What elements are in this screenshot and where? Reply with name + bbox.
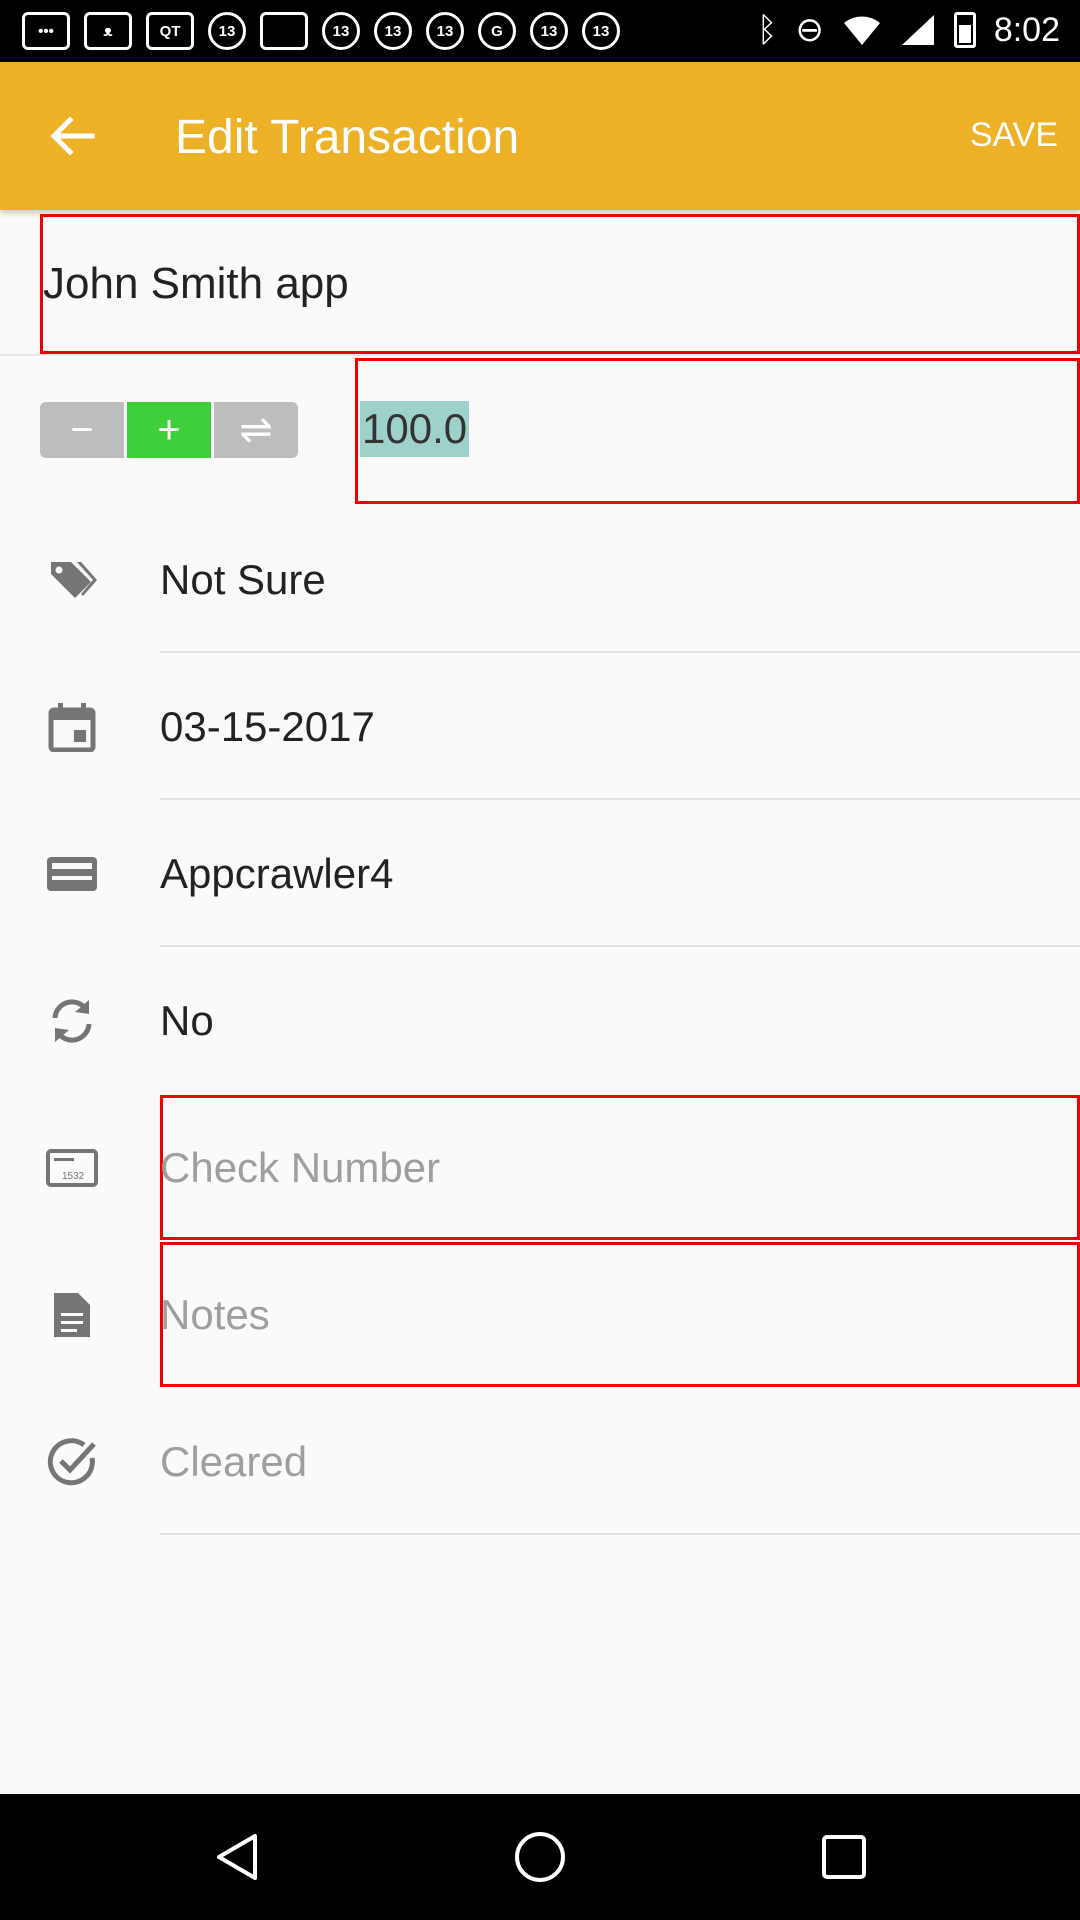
abc13-icon: 13 <box>374 12 412 50</box>
abc13-icon: 13 <box>322 12 360 50</box>
status-bar: ••• ᴥ QT 13 13 13 13 G 13 13 ᛒ ⊖ 8:02 <box>0 0 1080 62</box>
divider <box>160 1533 1080 1535</box>
payee-input[interactable] <box>40 214 1080 354</box>
notes-icon <box>44 1287 100 1343</box>
save-button[interactable]: SAVE <box>970 116 1058 155</box>
nav-recents-button[interactable] <box>804 1824 884 1890</box>
abc13-icon: 13 <box>582 12 620 50</box>
date-row[interactable]: 03-15-2017 <box>0 653 1080 800</box>
abc13-icon: 13 <box>208 12 246 50</box>
amount-field[interactable]: 100.0 <box>355 358 1080 504</box>
account-value: Appcrawler4 <box>160 849 394 897</box>
nav-back-button[interactable] <box>196 1824 276 1890</box>
qt-icon: QT <box>146 12 194 50</box>
check-circle-icon <box>44 1434 100 1490</box>
abc13-icon: 13 <box>426 12 464 50</box>
account-row[interactable]: Appcrawler4 <box>0 800 1080 947</box>
card-icon <box>44 846 100 902</box>
nav-home-button[interactable] <box>500 1824 580 1890</box>
status-time: 8:02 <box>993 10 1060 49</box>
wifi-icon <box>843 16 880 45</box>
chat-icon: ••• <box>22 12 70 50</box>
category-row[interactable]: Not Sure <box>0 506 1080 653</box>
notes-row: Notes <box>0 1241 1080 1388</box>
income-button[interactable]: + <box>127 402 211 458</box>
arrow-back-icon <box>50 116 95 156</box>
circle-home-icon <box>515 1832 565 1882</box>
category-value: Not Sure <box>160 555 326 603</box>
repeat-icon <box>44 993 100 1049</box>
transaction-type-toggle: − + ⇌ <box>40 402 301 458</box>
square-recents-icon <box>822 1835 866 1879</box>
status-right: ᛒ ⊖ 8:02 <box>757 10 1060 50</box>
check-number-input[interactable]: Check Number <box>160 1144 440 1192</box>
cleared-row[interactable]: Cleared <box>0 1388 1080 1535</box>
triangle-back-icon <box>217 1834 257 1880</box>
calendar-icon <box>44 699 100 755</box>
notification-icons: ••• ᴥ QT 13 13 13 13 G 13 13 <box>22 12 620 50</box>
abc13-icon: 13 <box>530 12 568 50</box>
navigation-bar <box>0 1794 1080 1920</box>
payee-row <box>0 210 1080 356</box>
svg-text:1532: 1532 <box>62 1171 85 1182</box>
back-button[interactable] <box>36 106 108 166</box>
bluetooth-icon: ᛒ <box>756 11 778 49</box>
dnd-icon: ⊖ <box>795 11 824 49</box>
notes-field[interactable] <box>160 1242 1080 1387</box>
expense-button[interactable]: − <box>40 402 124 458</box>
recurring-row[interactable]: No <box>0 947 1080 1094</box>
square-icon <box>260 12 308 50</box>
app-bar: Edit Transaction SAVE <box>0 62 1080 210</box>
transfer-button[interactable]: ⇌ <box>214 402 298 458</box>
signal-icon <box>901 15 934 45</box>
check-number-row: 1532 Check Number <box>0 1094 1080 1241</box>
page-title: Edit Transaction <box>175 111 520 164</box>
cat-icon: ᴥ <box>84 12 132 50</box>
date-value: 03-15-2017 <box>160 702 375 750</box>
check-icon: 1532 <box>44 1140 100 1196</box>
cleared-label: Cleared <box>160 1437 308 1485</box>
amount-row: − + ⇌ 100.0 <box>0 356 1080 506</box>
tag-icon <box>44 552 100 608</box>
google-icon: G <box>478 12 516 50</box>
recurring-value: No <box>160 996 214 1044</box>
battery-icon <box>953 12 976 48</box>
amount-value: 100.0 <box>360 401 470 457</box>
notes-input[interactable]: Notes <box>160 1291 270 1339</box>
